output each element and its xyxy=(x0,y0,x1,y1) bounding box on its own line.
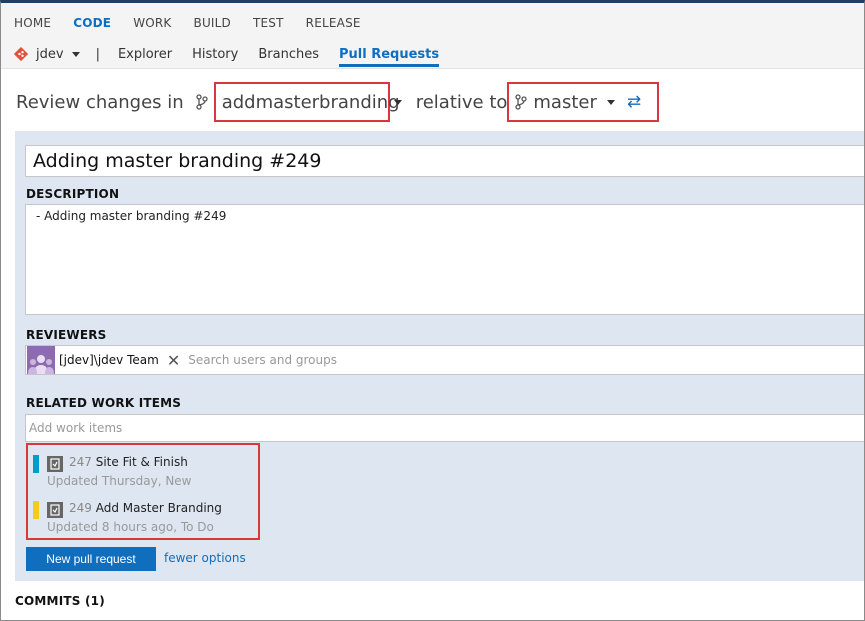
hub-tabs: HOME CODE WORK BUILD TEST RELEASE xyxy=(14,16,383,30)
list-item[interactable]: 249 Add Master Branding Updated 8 hours … xyxy=(33,501,253,537)
subnav-pull-requests[interactable]: Pull Requests xyxy=(338,47,440,67)
sub-navigation: jdev | Explorer History Branches Pull Re… xyxy=(14,43,459,67)
target-branch-name: master xyxy=(533,91,597,113)
review-changes-bar: Review changes in addmasterbranding rela… xyxy=(16,82,660,122)
review-middle: relative to xyxy=(415,91,508,113)
title-input[interactable]: Adding master branding #249 xyxy=(25,145,864,177)
review-prefix: Review changes in xyxy=(16,91,184,113)
window-frame: HOME CODE WORK BUILD TEST RELEASE jdev |… xyxy=(0,0,865,621)
chevron-down-icon[interactable] xyxy=(393,99,402,105)
work-items-list: 247 Site Fit & Finish Updated Thursday, … xyxy=(26,443,260,540)
hub-release[interactable]: RELEASE xyxy=(306,16,361,30)
work-items-input[interactable]: Add work items xyxy=(25,414,864,442)
git-icon xyxy=(14,47,28,61)
new-pull-request-button[interactable]: New pull request xyxy=(26,547,156,571)
chevron-down-icon xyxy=(71,51,80,57)
work-item-icon xyxy=(47,502,63,518)
close-icon[interactable]: ✕ xyxy=(167,351,180,370)
hub-code[interactable]: CODE xyxy=(73,16,111,30)
work-item-color-bar xyxy=(33,501,39,519)
target-branch-selector[interactable]: master ⇄ xyxy=(507,82,660,122)
work-item-id: 247 xyxy=(69,455,92,469)
reviewers-field[interactable]: [jdev]\jdev Team ✕ Search users and grou… xyxy=(25,345,864,375)
top-navigation: HOME CODE WORK BUILD TEST RELEASE jdev |… xyxy=(1,3,864,69)
fewer-options-link[interactable]: fewer options xyxy=(164,551,246,565)
team-icon xyxy=(28,355,54,374)
subnav-explorer[interactable]: Explorer xyxy=(118,47,172,62)
reviewer-name: [jdev]\jdev Team xyxy=(59,353,159,367)
branch-icon xyxy=(196,94,208,110)
hub-test[interactable]: TEST xyxy=(253,16,284,30)
work-item-id: 249 xyxy=(69,501,92,515)
hub-build[interactable]: BUILD xyxy=(194,16,231,30)
pull-request-form: Adding master branding #249 DESCRIPTION … xyxy=(15,131,864,581)
work-item-title[interactable]: Add Master Branding xyxy=(96,501,222,515)
commits-heading: COMMITS (1) xyxy=(15,594,105,608)
description-label: DESCRIPTION xyxy=(26,187,120,201)
repo-selector[interactable]: jdev xyxy=(14,47,80,62)
hub-home[interactable]: HOME xyxy=(14,16,51,30)
repo-name: jdev xyxy=(36,46,64,62)
work-item-icon xyxy=(47,456,63,472)
description-textarea[interactable]: - Adding master branding #249 xyxy=(25,204,864,315)
subnav-branches[interactable]: Branches xyxy=(258,47,319,62)
work-item-updated: Updated 8 hours ago, To Do xyxy=(47,520,214,534)
reviewers-label: REVIEWERS xyxy=(26,328,107,342)
hub-work[interactable]: WORK xyxy=(133,16,171,30)
swap-icon[interactable]: ⇄ xyxy=(627,92,641,112)
nav-separator: | xyxy=(95,46,100,62)
branch-icon xyxy=(515,94,528,110)
work-items-label: RELATED WORK ITEMS xyxy=(26,396,182,410)
source-branch-selector[interactable]: addmasterbranding xyxy=(213,82,400,122)
avatar xyxy=(27,346,55,374)
subnav-history[interactable]: History xyxy=(192,47,238,62)
work-item-title[interactable]: Site Fit & Finish xyxy=(96,455,188,469)
search-input[interactable]: Search users and groups xyxy=(188,353,337,367)
chevron-down-icon xyxy=(606,99,615,105)
work-item-updated: Updated Thursday, New xyxy=(47,474,192,488)
source-branch-name: addmasterbranding xyxy=(221,91,400,113)
work-item-color-bar xyxy=(33,455,39,473)
list-item[interactable]: 247 Site Fit & Finish Updated Thursday, … xyxy=(33,455,253,491)
